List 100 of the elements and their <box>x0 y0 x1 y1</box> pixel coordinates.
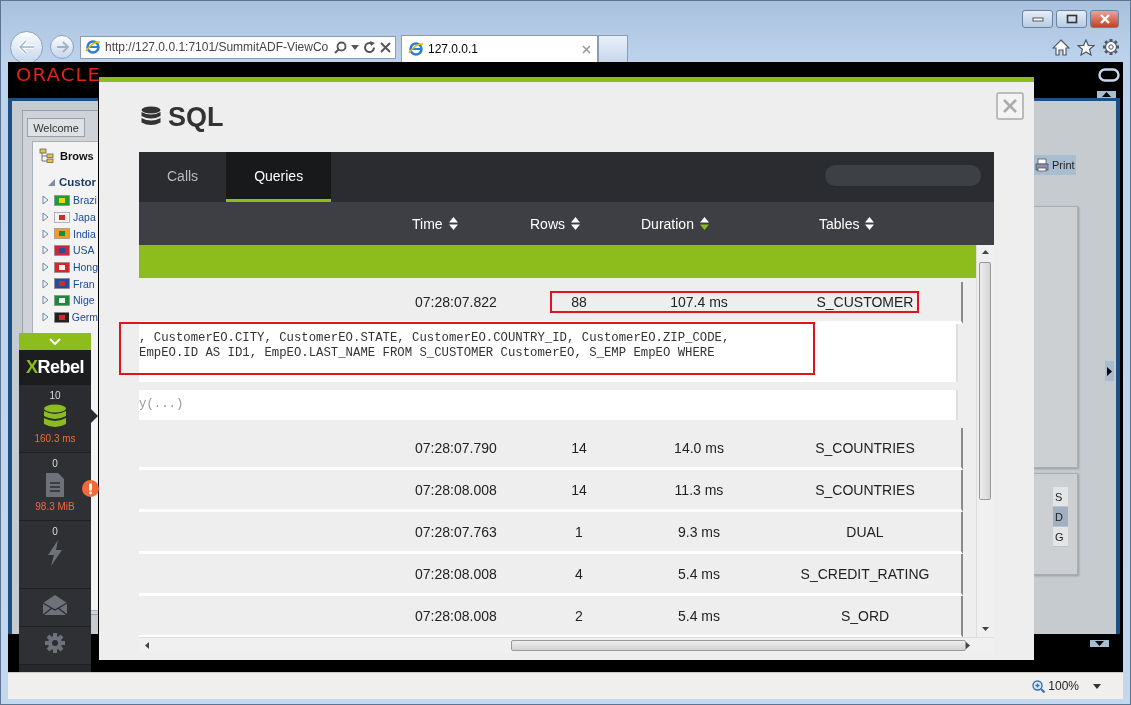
new-tab-button[interactable] <box>598 35 628 62</box>
back-button[interactable] <box>10 30 43 64</box>
count-label: 0 <box>52 458 58 469</box>
database-icon[interactable] <box>43 404 67 430</box>
sidebar-item[interactable] <box>19 627 91 665</box>
settings-icon[interactable] <box>44 632 66 654</box>
expand-panel-button[interactable] <box>1105 361 1114 381</box>
home-icon[interactable] <box>1052 38 1070 56</box>
star-icon[interactable] <box>1077 38 1095 56</box>
forward-arrow-icon <box>55 41 69 53</box>
caret-icon[interactable] <box>1093 683 1101 689</box>
pointer-icon <box>91 409 98 423</box>
rows-cell-text: 1 <box>574 523 584 540</box>
reading-label: 160.3 ms <box>34 433 76 444</box>
xrebel-logo: XRebel <box>19 350 91 385</box>
search-icon[interactable] <box>334 40 347 54</box>
table-cell[interactable]: D <box>1053 507 1068 527</box>
envelope-icon[interactable] <box>42 594 68 616</box>
caret-icon[interactable] <box>351 44 359 50</box>
triangle-down-icon[interactable] <box>982 627 989 631</box>
table-cell[interactable]: G <box>1053 527 1068 547</box>
collapse-icon[interactable] <box>47 177 56 187</box>
address-bar[interactable]: http://127.0.0.1:7101/SummitADF-ViewCo <box>80 35 396 59</box>
time-cell-text: 07:28:07.763 <box>414 523 498 540</box>
close-button[interactable] <box>996 92 1024 120</box>
oracle-logo: ORACLE <box>16 67 101 84</box>
rows-cell-text: 4 <box>574 565 584 582</box>
browser-tab[interactable]: 127.0.0.1 <box>401 35 598 62</box>
printer-icon <box>1035 158 1049 172</box>
rows-cell-text: 14 <box>570 481 588 498</box>
refresh-icon[interactable] <box>363 40 376 54</box>
close-button[interactable] <box>1090 10 1119 28</box>
tree-item[interactable]: Germ <box>71 311 98 324</box>
time-cell-text: 07:28:08.008 <box>414 481 498 498</box>
expand-icon[interactable] <box>42 195 49 206</box>
sort-icon[interactable] <box>571 217 580 230</box>
vertical-scrollbar[interactable] <box>976 245 994 637</box>
sort-icon[interactable] <box>448 217 458 230</box>
tables-cell-text: S_COUNTRIES <box>814 481 916 498</box>
expand-icon[interactable] <box>42 295 49 306</box>
flag-icon <box>54 228 70 240</box>
expand-icon[interactable] <box>42 245 49 256</box>
tree-item[interactable]: Japa <box>73 211 96 224</box>
expand-icon[interactable] <box>42 278 49 289</box>
sql-text: , CustomerEO.CITY, CustomerEO.STATE, CustomerEO.COUNTRY_ID, CustomerEO.ZIP_CODE, EmpEO.ID AS ID1, EmpEO.LAST_NAME FROM S_CUSTOMER CustomerEO, S_EMP EmpEO WHERE <box>139 330 731 361</box>
forward-button[interactable] <box>50 35 74 59</box>
column-header[interactable]: Duration <box>641 215 819 232</box>
triangle-left-icon[interactable] <box>145 642 149 649</box>
triangle-down-icon <box>1095 641 1104 646</box>
back-arrow-icon <box>17 39 36 55</box>
expand-icon[interactable] <box>42 312 49 323</box>
tree-item[interactable]: USA <box>73 244 95 257</box>
time-cell-text: 07:28:08.008 <box>414 607 498 624</box>
expand-icon[interactable] <box>42 262 49 273</box>
duration-cell-text: 14.0 ms <box>673 439 725 456</box>
tables-cell-text: S_COUNTRIES <box>814 439 916 456</box>
close-icon[interactable] <box>380 41 391 53</box>
tree-item[interactable]: Brazi <box>73 194 97 207</box>
sidebar-item[interactable] <box>19 589 91 627</box>
time-cell-text: 07:28:07.790 <box>414 439 498 456</box>
maximize-button[interactable] <box>1056 10 1087 28</box>
triangle-up-icon <box>1102 92 1111 97</box>
collapse-button[interactable] <box>19 333 91 350</box>
settings-icon[interactable] <box>1102 38 1120 56</box>
triangle-right-icon[interactable] <box>966 642 970 649</box>
sort-icon[interactable] <box>699 217 709 230</box>
expand-icon[interactable] <box>42 212 49 223</box>
column-header[interactable]: Tables <box>819 215 994 232</box>
zoom-icon <box>1032 679 1046 693</box>
sort-icon[interactable] <box>865 217 875 230</box>
tree-group-label[interactable]: Custor <box>59 176 97 188</box>
browser-logo-icon <box>408 41 424 57</box>
triangle-up-icon[interactable] <box>982 250 989 254</box>
lightning-icon[interactable] <box>47 540 63 566</box>
rows-cell-text: 14 <box>570 439 588 456</box>
tab[interactable]: Calls <box>139 152 227 202</box>
column-header[interactable]: Rows <box>530 215 641 232</box>
duration-cell-text: 5.4 ms <box>677 565 721 582</box>
tab[interactable]: Queries <box>226 152 332 202</box>
print-button[interactable]: Print <box>1033 155 1076 175</box>
sidebar-item[interactable]: 0 <box>19 521 91 589</box>
flag-icon <box>54 261 70 273</box>
scroll-down-button[interactable] <box>1090 640 1109 647</box>
zoom-level[interactable]: 100% <box>1032 679 1079 693</box>
maximize-icon <box>1065 14 1078 24</box>
scroll-up-button[interactable] <box>1097 91 1116 98</box>
tree-item[interactable]: Hong <box>72 261 98 274</box>
minimize-icon <box>1031 16 1044 22</box>
tree-item[interactable]: India <box>73 227 96 240</box>
column-header[interactable]: Time <box>412 215 530 232</box>
tree-item[interactable]: Nige <box>73 294 95 307</box>
duration-cell-text: 11.3 ms <box>673 481 725 498</box>
document-icon[interactable] <box>45 472 65 498</box>
count-label: 0 <box>52 526 58 537</box>
flag-icon <box>54 311 69 323</box>
expand-icon[interactable] <box>42 228 49 239</box>
table-cell[interactable]: S <box>1053 487 1068 507</box>
sidebar-item[interactable]: 0 98.3 MiB <box>19 453 91 521</box>
tree-item[interactable]: Fran <box>73 277 95 290</box>
welcome-tab[interactable]: Welcome <box>27 118 85 137</box>
